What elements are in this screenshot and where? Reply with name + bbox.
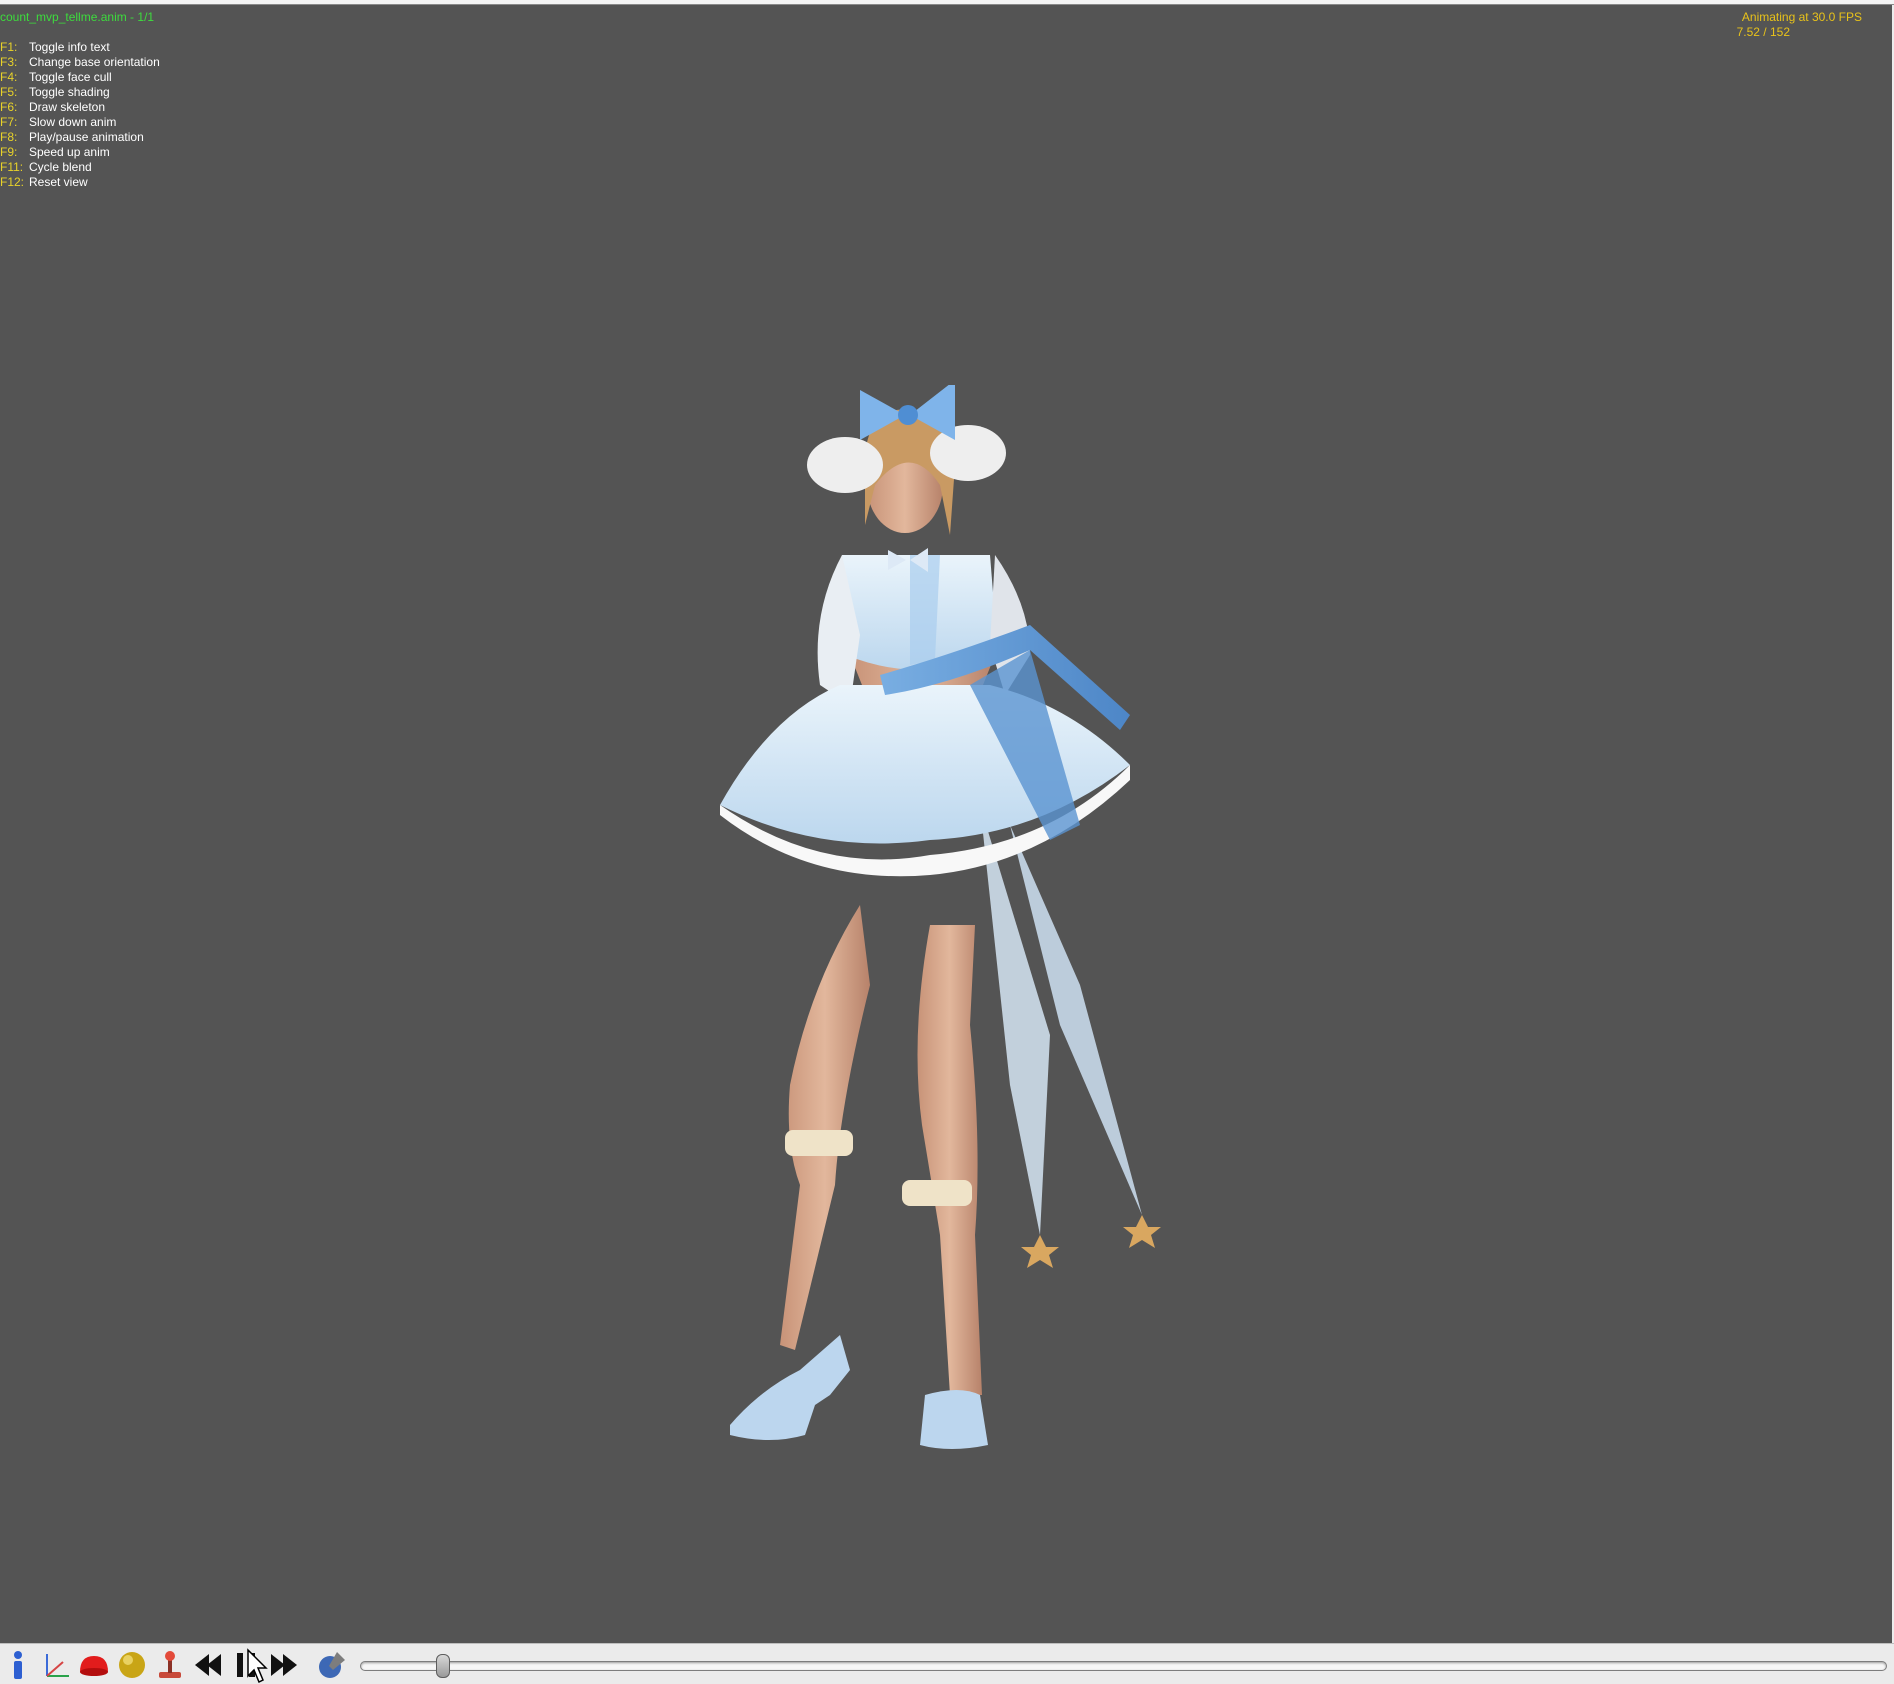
bottom-toolbar [0, 1643, 1894, 1684]
help-label: Change base orientation [29, 55, 160, 69]
timeline-slider[interactable] [360, 1654, 1887, 1678]
help-label: Toggle shading [29, 85, 110, 99]
axes-button[interactable] [38, 1647, 74, 1683]
info-icon [14, 1651, 22, 1679]
axes-icon [46, 1654, 69, 1677]
frame-counter-label: 7.52 / 152 [1736, 25, 1790, 39]
help-key: F3: [0, 55, 18, 69]
app-window: count_mvp_tellme.anim - 1/1 Animating at… [0, 0, 1894, 1684]
help-key: F1: [0, 40, 18, 54]
help-label: Toggle face cull [29, 70, 112, 84]
help-label: Slow down anim [29, 115, 117, 129]
help-key: F7: [0, 115, 18, 129]
joystick-button[interactable] [152, 1647, 188, 1683]
help-label: Cycle blend [29, 160, 92, 174]
rewind-button[interactable] [190, 1647, 226, 1683]
globe-icon [319, 1652, 345, 1678]
fast-forward-button[interactable] [266, 1647, 302, 1683]
help-key: F11: [0, 160, 24, 174]
info-button[interactable] [0, 1647, 36, 1683]
fps-status-label: Animating at 30.0 FPS [1741, 10, 1862, 24]
mouse-cursor-icon [247, 1648, 268, 1684]
globe-button[interactable] [314, 1647, 350, 1683]
3d-viewport[interactable]: count_mvp_tellme.anim - 1/1 Animating at… [0, 5, 1894, 1643]
help-label: Reset view [29, 175, 88, 189]
rewind-icon [195, 1654, 221, 1676]
timeline-track[interactable] [360, 1661, 1887, 1671]
joystick-icon [159, 1651, 181, 1678]
fast-forward-icon [271, 1654, 297, 1676]
timeline-thumb[interactable] [436, 1654, 451, 1678]
help-key: F8: [0, 130, 18, 144]
help-key: F5: [0, 85, 18, 99]
hemisphere-button[interactable] [76, 1647, 112, 1683]
help-key: F6: [0, 100, 18, 114]
sphere-icon [119, 1652, 145, 1678]
help-label: Speed up anim [29, 145, 110, 159]
animation-name-label: count_mvp_tellme.anim - 1/1 [0, 10, 155, 24]
help-label: Toggle info text [29, 40, 110, 54]
character-model [720, 385, 1161, 1449]
help-key: F9: [0, 145, 18, 159]
help-key: F12: [0, 175, 25, 189]
help-key: F4: [0, 70, 18, 84]
help-label: Draw skeleton [29, 100, 106, 114]
sphere-button[interactable] [114, 1647, 150, 1683]
help-label: Play/pause animation [29, 130, 144, 144]
hemisphere-icon [80, 1656, 108, 1676]
